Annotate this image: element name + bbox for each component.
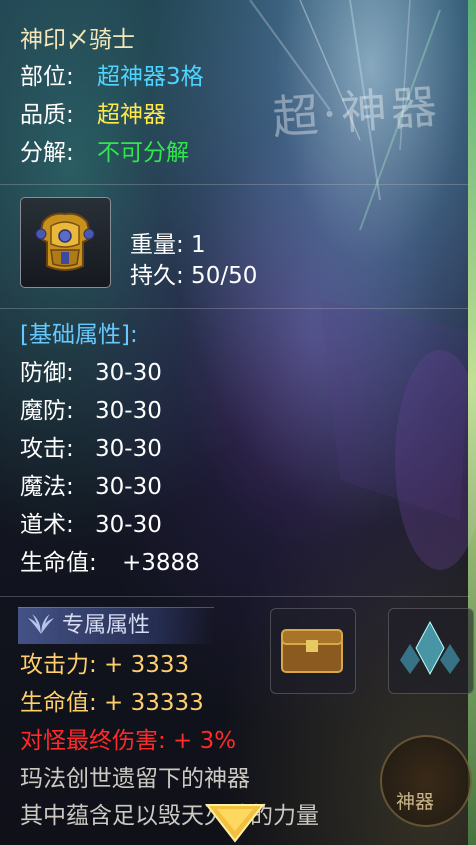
exclusive-attack: 攻击力: + 3333 [20, 652, 190, 678]
divider [0, 184, 470, 185]
scroll-down-arrow-icon[interactable] [203, 801, 267, 845]
wing-icon [28, 614, 54, 634]
exclusive-attributes-header: 专属属性 [18, 607, 214, 644]
attr-value: 30-30 [95, 398, 162, 424]
attr-label: 生命值: [20, 550, 97, 576]
item-name: 神印〆骑士 [20, 27, 135, 53]
treasure-chest-icon [281, 629, 343, 673]
attr-label: 魔防: [20, 398, 74, 424]
slot-value: 超神器3格 [97, 64, 204, 90]
attr-value: +3888 [122, 550, 200, 576]
quality-label: 品质: [20, 102, 74, 128]
attr-label: 魔法: [20, 474, 74, 500]
background-watermark: 超·神器 [270, 79, 443, 145]
attr-value: 30-30 [95, 360, 162, 386]
crystal-cluster-icon [400, 620, 460, 676]
divider [0, 596, 470, 597]
divider [0, 308, 470, 309]
exclusive-attributes-title: 专属属性 [62, 613, 151, 638]
artifact-emblem-label: 神器 [396, 791, 435, 813]
exclusive-monster-damage: 对怪最终伤害: + 3% [20, 728, 237, 754]
description-line: 其中蕴含足以毁天灭地的力量 [20, 803, 319, 829]
item-tooltip-panel: 超·神器 神印〆骑士 部位: 超神器3格 品质: 超神器 分解: 不可分解 重量… [0, 0, 476, 845]
slot-label: 部位: [20, 64, 74, 90]
decompose-value: 不可分解 [97, 140, 189, 166]
item-icon-slot[interactable] [20, 197, 111, 288]
base-attributes-header: [基础属性]: [20, 322, 138, 348]
golden-armor-icon [35, 212, 95, 271]
description-line: 玛法创世遗留下的神器 [20, 766, 250, 792]
attr-value: 30-30 [95, 474, 162, 500]
weight-text: 重量: 1 [130, 232, 206, 258]
attr-value: 30-30 [95, 512, 162, 538]
attr-label: 道术: [20, 512, 74, 538]
attr-value: 30-30 [95, 436, 162, 462]
durability-text: 持久: 50/50 [130, 263, 258, 289]
decompose-label: 分解: [20, 140, 74, 166]
exclusive-hp: 生命值: + 33333 [20, 690, 204, 716]
attr-label: 防御: [20, 360, 74, 386]
attr-label: 攻击: [20, 436, 74, 462]
quality-value: 超神器 [97, 102, 166, 128]
panel-rim-glow [468, 0, 476, 845]
